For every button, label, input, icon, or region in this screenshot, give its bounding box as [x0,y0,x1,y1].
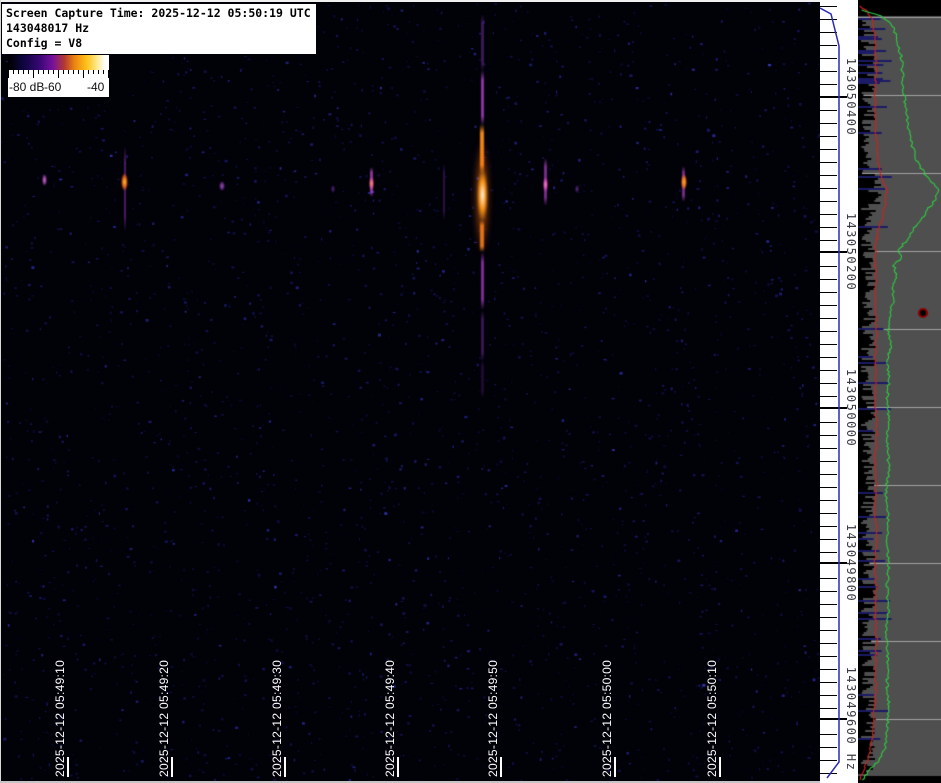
colorbar-label: -80 dB [9,80,44,94]
time-label: 2025-12-12 05:49:30 [270,660,284,777]
colorbar-tick [13,70,14,74]
time-tick [284,757,286,777]
time-label: 2025-12-12 05:49:10 [53,660,67,777]
time-label: 2025-12-12 05:49:40 [383,660,397,777]
capture-time-text: Screen Capture Time: 2025-12-12 05:50:19… [6,6,311,21]
waterfall-spectrogram: 2025-12-12 05:49:10 2025-12-12 05:49:20 20… [0,0,820,783]
colorbar-tick [73,70,74,74]
capture-config-text: Config = V8 [6,36,311,51]
noise-background-canvas [0,0,820,783]
frequency-scale: 1430504001430502001430500001430498001430… [820,0,858,783]
colorbar-tick [33,70,34,78]
time-tick [500,757,502,777]
time-tick [719,757,721,777]
time-label: 2025-12-12 05:49:20 [157,660,171,777]
time-label: 2025-12-12 05:49:50 [486,660,500,777]
colorbar-legend: -80 dB-60 -40 [8,55,109,97]
colorbar-tick [18,70,19,74]
colorbar-tick [28,70,29,74]
colorbar-tick [98,70,99,74]
time-tick [614,757,616,777]
top-border [0,0,820,2]
time-tick [171,757,173,777]
time-label: 2025-12-12 05:50:10 [705,660,719,777]
colorbar-gradient [8,55,109,70]
colorbar-tick [53,70,54,74]
colorbar-tick [108,70,109,78]
colorbar-tick [48,70,49,74]
colorbar-ruler: -80 dB-60 -40 [8,70,109,97]
time-tick [67,757,69,777]
colorbar-tick [78,70,79,74]
colorbar-tick [58,70,59,78]
colorbar-tick [88,70,89,74]
colorbar-tick [103,70,104,74]
colorbar-tick [93,70,94,74]
colorbar-label: -40 [87,80,104,94]
frequency-axis-line [820,0,858,783]
colorbar-tick [83,70,84,78]
colorbar-tick [68,70,69,74]
time-label: 2025-12-12 05:50:00 [600,660,614,777]
spectrum-panel-canvas [858,0,941,783]
colorbar-tick [43,70,44,74]
left-border [0,0,1,783]
screen-capture-root: 2025-12-12 05:49:10 2025-12-12 05:49:20 20… [0,0,941,783]
capture-frequency-text: 143048017 Hz [6,21,311,36]
time-tick [397,757,399,777]
colorbar-label: -60 [44,80,61,94]
colorbar-tick [63,70,64,74]
spectrum-side-panel [858,0,941,783]
colorbar-tick [8,70,9,78]
colorbar-tick [38,70,39,74]
capture-info-box: Screen Capture Time: 2025-12-12 05:50:19… [2,4,316,54]
colorbar-tick [23,70,24,74]
